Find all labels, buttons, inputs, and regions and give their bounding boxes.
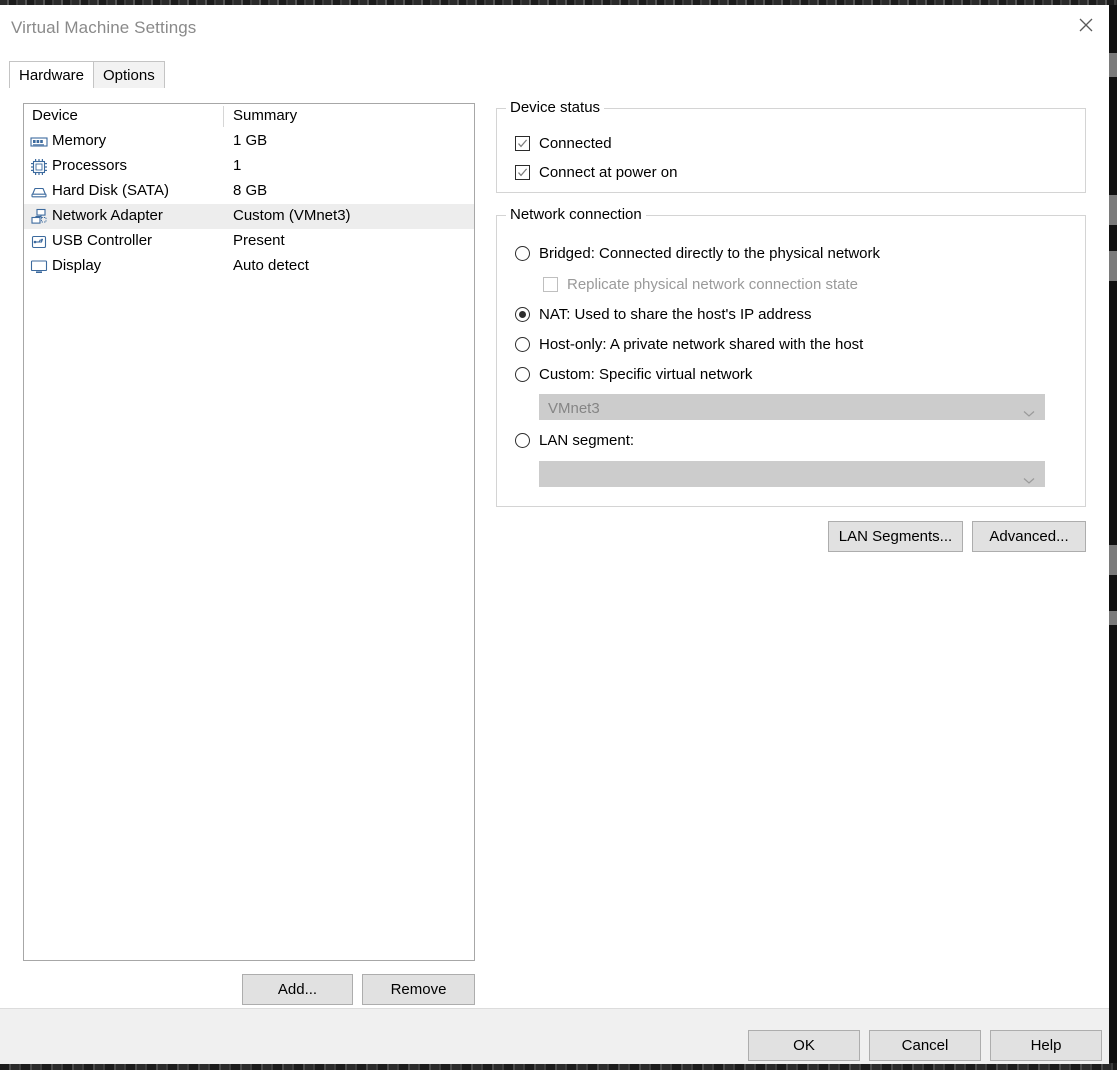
device-row-hard-disk[interactable]: Hard Disk (SATA) 8 GB — [24, 179, 474, 204]
display-icon — [30, 258, 48, 276]
radio-button-circle — [515, 337, 530, 352]
device-row-network-adapter[interactable]: Network Adapter Custom (VMnet3) — [24, 204, 474, 229]
connect-at-power-on-checkbox[interactable]: Connect at power on — [515, 164, 677, 181]
ok-button[interactable]: OK — [748, 1030, 860, 1061]
radio-nat[interactable]: NAT: Used to share the host's IP address — [515, 306, 811, 323]
network-connection-group: Network connection Bridged: Connected di… — [496, 215, 1086, 507]
column-header-device: Device — [32, 107, 78, 124]
hardware-tab-panel: Device Summary Memory 1 GB — [0, 88, 1109, 1008]
radio-lan-segment-label: LAN segment: — [539, 432, 634, 449]
device-summary: 8 GB — [233, 182, 267, 199]
device-summary: Auto detect — [233, 257, 309, 274]
custom-virtual-network-select[interactable]: VMnet3 — [539, 394, 1045, 420]
virtual-machine-settings-dialog: Virtual Machine Settings Hardware Option… — [0, 5, 1109, 1063]
dialog-footer: OK Cancel Help — [0, 1008, 1109, 1064]
cancel-button[interactable]: Cancel — [869, 1030, 981, 1061]
tab-strip: Hardware Options — [0, 52, 1109, 88]
custom-virtual-network-value: VMnet3 — [548, 400, 600, 417]
background-window-scrollbar[interactable] — [1109, 5, 1117, 1063]
device-name: Network Adapter — [52, 207, 163, 224]
device-list-header: Device Summary — [24, 104, 474, 129]
background-window-bottom-edge — [0, 1063, 1117, 1070]
title-bar: Virtual Machine Settings — [0, 5, 1109, 52]
memory-icon — [30, 133, 48, 151]
replicate-physical-state-label: Replicate physical network connection st… — [567, 276, 858, 293]
processor-icon — [30, 158, 48, 176]
network-adapter-icon — [30, 208, 48, 226]
column-divider — [223, 106, 224, 127]
radio-custom[interactable]: Custom: Specific virtual network — [515, 366, 752, 383]
replicate-physical-state-checkbox[interactable]: Replicate physical network connection st… — [543, 276, 858, 293]
device-row-processors[interactable]: Processors 1 — [24, 154, 474, 179]
device-status-legend: Device status — [506, 99, 604, 116]
connected-checkbox[interactable]: Connected — [515, 135, 612, 152]
device-name: Memory — [52, 132, 106, 149]
lan-segment-select[interactable] — [539, 461, 1045, 487]
device-row-display[interactable]: Display Auto detect — [24, 254, 474, 279]
checkbox-box — [543, 277, 558, 292]
radio-bridged-label: Bridged: Connected directly to the physi… — [539, 245, 880, 262]
chevron-down-icon — [1023, 472, 1035, 489]
radio-button-circle — [515, 433, 530, 448]
tab-hardware-label: Hardware — [19, 67, 84, 84]
advanced-button[interactable]: Advanced... — [972, 521, 1086, 552]
close-icon[interactable] — [1063, 5, 1109, 45]
usb-controller-icon — [30, 233, 48, 251]
device-row-memory[interactable]: Memory 1 GB — [24, 129, 474, 154]
help-button[interactable]: Help — [990, 1030, 1102, 1061]
lan-segments-button[interactable]: LAN Segments... — [828, 521, 963, 552]
radio-button-circle — [515, 246, 530, 261]
add-device-button[interactable]: Add... — [242, 974, 353, 1005]
device-summary: 1 GB — [233, 132, 267, 149]
device-summary: Present — [233, 232, 285, 249]
radio-button-circle — [515, 367, 530, 382]
device-row-usb-controller[interactable]: USB Controller Present — [24, 229, 474, 254]
radio-host-only[interactable]: Host-only: A private network shared with… — [515, 336, 863, 353]
checkbox-box — [515, 136, 530, 151]
network-connection-legend: Network connection — [506, 206, 646, 223]
device-name: Processors — [52, 157, 127, 174]
radio-custom-label: Custom: Specific virtual network — [539, 366, 752, 383]
tab-options[interactable]: Options — [93, 61, 165, 88]
device-status-group: Device status Connected Connect at power… — [496, 108, 1086, 193]
device-summary: Custom (VMnet3) — [233, 207, 351, 224]
connect-at-power-on-label: Connect at power on — [539, 164, 677, 181]
tab-options-label: Options — [103, 67, 155, 84]
column-header-summary: Summary — [233, 107, 297, 124]
radio-button-circle — [515, 307, 530, 322]
hard-disk-icon — [30, 183, 48, 201]
device-summary: 1 — [233, 157, 241, 174]
checkbox-box — [515, 165, 530, 180]
window-title: Virtual Machine Settings — [11, 18, 196, 38]
device-list[interactable]: Device Summary Memory 1 GB — [23, 103, 475, 961]
device-name: Hard Disk (SATA) — [52, 182, 169, 199]
tab-hardware[interactable]: Hardware — [9, 61, 94, 88]
radio-bridged[interactable]: Bridged: Connected directly to the physi… — [515, 245, 880, 262]
chevron-down-icon — [1023, 405, 1035, 422]
remove-device-button[interactable]: Remove — [362, 974, 475, 1005]
radio-lan-segment[interactable]: LAN segment: — [515, 432, 634, 449]
radio-host-only-label: Host-only: A private network shared with… — [539, 336, 863, 353]
radio-nat-label: NAT: Used to share the host's IP address — [539, 306, 811, 323]
device-name: USB Controller — [52, 232, 152, 249]
connected-label: Connected — [539, 135, 612, 152]
device-name: Display — [52, 257, 101, 274]
